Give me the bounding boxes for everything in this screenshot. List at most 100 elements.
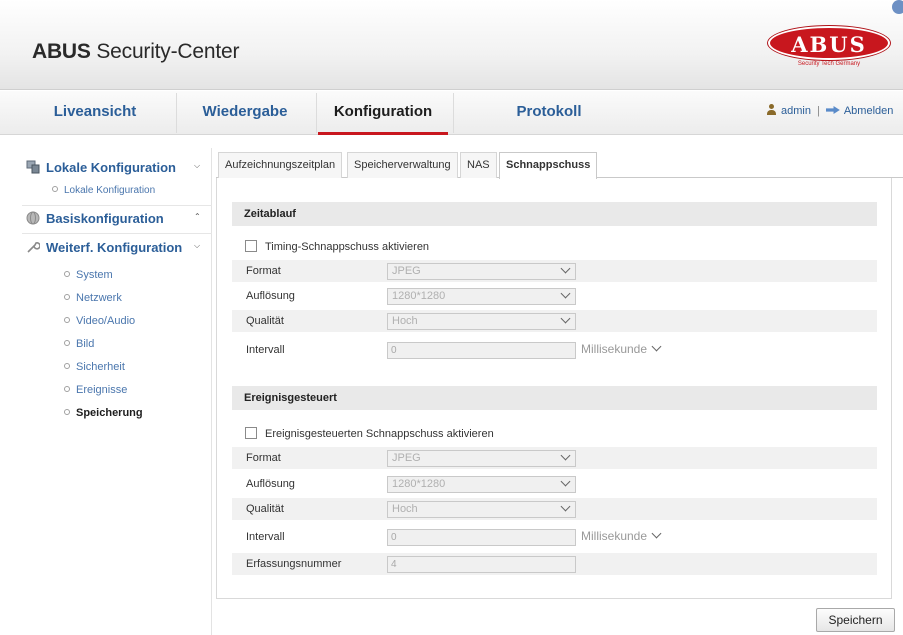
- sidebar-item-label: Netzwerk: [76, 292, 122, 304]
- nav-divider: [453, 93, 454, 133]
- logout-link[interactable]: Abmelden: [844, 105, 894, 117]
- timing-quality-select[interactable]: Hoch: [387, 313, 576, 330]
- tab-schnappschuss[interactable]: Schnappschuss: [499, 152, 598, 179]
- globe-icon: [26, 211, 40, 225]
- app-title: ABUS Security-Center: [32, 40, 239, 64]
- event-snapshot-toggle[interactable]: Ereignisgesteuerten Schnappschuss aktivi…: [245, 427, 494, 440]
- event-interval-input[interactable]: 0: [387, 529, 576, 546]
- nav-divider: [176, 93, 177, 133]
- timing-format-row: Format JPEG: [232, 260, 877, 282]
- field-label: Auflösung: [246, 290, 295, 302]
- timing-snapshot-checkbox[interactable]: [245, 240, 257, 252]
- tab-nas[interactable]: NAS: [460, 152, 497, 178]
- event-resolution-row: Auflösung 1280*1280: [232, 473, 877, 495]
- nav-konfiguration[interactable]: Konfiguration: [318, 91, 448, 135]
- nav-liveansicht[interactable]: Liveansicht: [24, 91, 166, 135]
- app-header: ABUS Security-Center ABUS Security Tech …: [0, 0, 903, 90]
- bullet-icon: [64, 363, 70, 369]
- sidebar-item-label: Bild: [76, 338, 95, 350]
- chevron-up-icon[interactable]: ⌃: [194, 212, 201, 221]
- wrench-icon: [26, 240, 41, 254]
- chevron-down-icon[interactable]: ⌵: [194, 241, 200, 251]
- chevron-down-icon: [560, 476, 571, 487]
- sidebar-item-label: Ereignisse: [76, 384, 128, 396]
- sidebar-item-system[interactable]: System: [64, 269, 113, 281]
- bullet-icon: [52, 186, 58, 192]
- sidebar-item-video-audio[interactable]: Video/Audio: [64, 315, 135, 327]
- app-title-product: Security-Center: [90, 40, 240, 63]
- field-label: Format: [246, 452, 281, 464]
- timing-interval-unit-select[interactable]: Millisekunde: [578, 341, 666, 359]
- event-resolution-select[interactable]: 1280*1280: [387, 476, 576, 493]
- event-quality-row: Qualität Hoch: [232, 498, 877, 520]
- sidebar-group-basiskonfiguration[interactable]: Basiskonfiguration ⌃: [26, 211, 201, 226]
- sidebar-group-weiterf-konfiguration[interactable]: Weiterf. Konfiguration ⌵: [26, 240, 200, 255]
- timing-format-select[interactable]: JPEG: [387, 263, 576, 280]
- section-title-zeitablauf: Zeitablauf: [232, 202, 877, 226]
- sidebar-item-sicherheit[interactable]: Sicherheit: [64, 361, 125, 373]
- logo-tagline: Security Tech Germany: [797, 61, 861, 67]
- sidebar-group-label: Lokale Konfiguration: [46, 160, 176, 175]
- event-interval-row: Intervall 0 Millisekunde: [232, 526, 877, 548]
- sidebar-item-lokale-konfiguration[interactable]: Lokale Konfiguration: [52, 185, 155, 196]
- checkbox-label: Timing-Schnappschuss aktivieren: [265, 241, 430, 253]
- timing-quality-row: Qualität Hoch: [232, 310, 877, 332]
- select-value: Hoch: [392, 315, 418, 327]
- tab-speicherverwaltung[interactable]: Speicherverwaltung: [347, 152, 458, 178]
- chevron-down-icon: [560, 263, 571, 274]
- event-quality-select[interactable]: Hoch: [387, 501, 576, 518]
- corner-indicator: [892, 0, 903, 14]
- sidebar-item-bild[interactable]: Bild: [64, 338, 94, 350]
- checkbox-label: Ereignisgesteuerten Schnappschuss aktivi…: [265, 428, 494, 440]
- bullet-icon: [64, 271, 70, 277]
- chevron-down-icon: [560, 450, 571, 461]
- sidebar-item-label: Speicherung: [76, 407, 143, 419]
- field-label: Qualität: [246, 503, 284, 515]
- select-value: Hoch: [392, 503, 418, 515]
- user-area: admin | Abmelden: [766, 104, 893, 117]
- timing-resolution-select[interactable]: 1280*1280: [387, 288, 576, 305]
- timing-resolution-row: Auflösung 1280*1280: [232, 285, 877, 307]
- nav-divider: [316, 93, 317, 133]
- field-label: Format: [246, 265, 281, 277]
- nav-wiedergabe[interactable]: Wiedergabe: [180, 91, 310, 135]
- chevron-down-icon[interactable]: ⌵: [194, 161, 200, 171]
- timing-interval-input[interactable]: 0: [387, 342, 576, 359]
- logout-icon[interactable]: [825, 106, 840, 114]
- field-label: Erfassungsnummer: [246, 558, 342, 570]
- save-button[interactable]: Speichern: [816, 608, 895, 632]
- bullet-icon: [64, 386, 70, 392]
- sidebar-item-label: System: [76, 269, 113, 281]
- select-value: 1280*1280: [392, 478, 446, 490]
- sidebar-item-speicherung[interactable]: Speicherung: [64, 407, 143, 419]
- chevron-down-icon: [560, 288, 571, 299]
- field-label: Intervall: [246, 344, 285, 356]
- abus-logo: ABUS Security Tech Germany: [768, 26, 890, 72]
- sidebar: Lokale Konfiguration ⌵ Lokale Konfigurat…: [12, 148, 212, 635]
- chevron-down-icon: [560, 501, 571, 512]
- select-value: Millisekunde: [581, 342, 648, 356]
- sidebar-item-netzwerk[interactable]: Netzwerk: [64, 292, 122, 304]
- sidebar-item-label: Sicherheit: [76, 361, 125, 373]
- bullet-icon: [64, 340, 70, 346]
- divider: [22, 233, 212, 234]
- bullet-icon: [64, 317, 70, 323]
- nav-protokoll[interactable]: Protokoll: [484, 91, 614, 135]
- user-name[interactable]: admin: [781, 105, 811, 117]
- computer-icon: [26, 160, 40, 174]
- event-capture-count-input[interactable]: 4: [387, 556, 576, 573]
- sidebar-item-label: Video/Audio: [76, 315, 136, 327]
- tab-aufzeichnungszeitplan[interactable]: Aufzeichnungszeitplan: [218, 152, 343, 178]
- select-value: JPEG: [392, 265, 421, 277]
- tab-bar: Aufzeichnungszeitplan Speicherverwaltung…: [216, 151, 903, 179]
- event-format-select[interactable]: JPEG: [387, 450, 576, 467]
- event-snapshot-checkbox[interactable]: [245, 427, 257, 439]
- timing-snapshot-toggle[interactable]: Timing-Schnappschuss aktivieren: [245, 240, 429, 253]
- sidebar-item-ereignisse[interactable]: Ereignisse: [64, 384, 127, 396]
- app-title-brand: ABUS: [32, 40, 91, 63]
- event-interval-unit-select[interactable]: Millisekunde: [578, 528, 666, 546]
- section-title-ereignisgesteuert: Ereignisgesteuert: [232, 386, 877, 410]
- select-value: JPEG: [392, 452, 421, 464]
- field-label: Qualität: [246, 315, 284, 327]
- sidebar-group-lokale-konfiguration[interactable]: Lokale Konfiguration ⌵: [26, 160, 200, 175]
